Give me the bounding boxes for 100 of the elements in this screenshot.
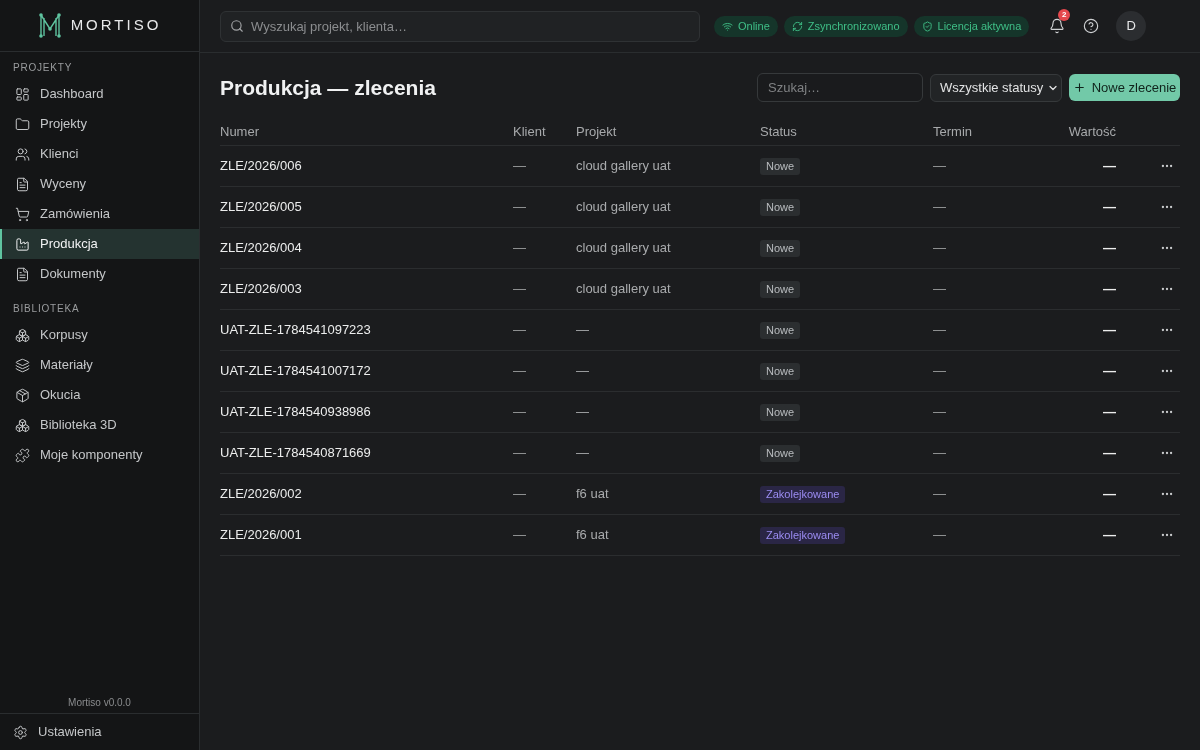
sync-icon [791,20,803,32]
table-cell-text: — [933,403,946,422]
package-icon [15,387,30,403]
table-cell-text: — [1103,157,1116,176]
wifi-icon [722,20,733,32]
table-cell-text: — [933,526,946,545]
table-cell-text: f6 uat [576,485,609,504]
status-badge: Nowe [760,403,801,421]
status-badge: Nowe [760,321,801,339]
status-badge: Nowe [760,280,801,298]
order-number: ZLE/2026/005 [220,198,302,217]
table-cell-text: — [933,362,946,381]
nav-item[interactable]: Okucia [0,380,199,410]
status-badge: Nowe [760,157,801,175]
notification-count: 2 [1058,9,1071,21]
table-cell-text: — [513,444,526,463]
search-field[interactable]: Wyszukaj projekt, klienta… [220,10,700,42]
column-header: Termin [933,122,972,141]
plus-icon [1072,81,1086,94]
dashboard-icon [15,86,30,102]
boxes-icon [15,327,30,343]
table-cell-text: — [576,321,589,340]
nav-item[interactable]: Materiały [0,350,199,380]
nav-item[interactable]: Korpusy [0,320,199,350]
logo-icon [37,12,62,39]
order-number: ZLE/2026/001 [220,526,302,545]
order-number: UAT-ZLE-1784540871669 [220,444,371,463]
puzzle-icon [15,447,30,463]
table-cell-text: — [513,157,526,176]
table-cell-text: — [1103,485,1116,504]
document-icon [15,266,30,282]
nav-item[interactable]: Klienci [0,139,199,169]
status-badge: Online [714,15,778,37]
settings-link[interactable]: Ustawienia [0,713,199,750]
table-cell-text: — [513,403,526,422]
table-cell-text: f6 uat [576,526,609,545]
status-filter[interactable]: Wszystkie statusy [930,73,1062,102]
nav-item[interactable]: Zamówienia [0,199,199,229]
nav-item[interactable]: Wyceny [0,169,199,199]
status-badge: Zsynchronizowano [783,15,908,37]
order-number: ZLE/2026/002 [220,485,302,504]
nav-item[interactable]: Dashboard [0,79,199,109]
logo-text: MORTISO [70,15,162,36]
table-cell-text: — [513,526,526,545]
table-cell-text: — [576,362,589,381]
users-icon [15,146,30,162]
search-icon [230,18,244,33]
column-header: Klient [513,122,546,141]
section-title: PROJEKTY [12,61,74,75]
nav-item[interactable]: Moje komponenty [0,440,199,470]
table-cell-text: — [576,403,589,422]
table-cell-text: — [1103,526,1116,545]
nav-item[interactable]: Dokumenty [0,259,199,289]
version-text: Mortiso v0.0.0 [67,696,132,710]
table-cell-text: — [1103,198,1116,217]
new-order-button[interactable]: Nowe zlecenie [1069,74,1180,101]
table-cell-text: cloud gallery uat [576,157,671,176]
status-badge: Licencja aktywna [913,15,1030,37]
search-field[interactable]: Szukaj… [757,73,923,102]
order-number: UAT-ZLE-1784540938986 [220,403,371,422]
table-cell-text: — [576,444,589,463]
table-cell-text: — [933,321,946,340]
help-icon[interactable] [1083,18,1100,34]
column-header: Wartość [1068,122,1116,141]
nav-item[interactable]: Biblioteka 3D [0,410,199,440]
table-cell-text: cloud gallery uat [576,280,671,299]
settings-icon [13,724,28,740]
document-icon [15,176,30,192]
user-avatar[interactable]: D [1116,11,1147,41]
table-cell-text: — [933,280,946,299]
cart-icon [15,206,30,222]
notifications-icon[interactable] [1049,18,1066,34]
table-cell-text: — [513,280,526,299]
order-number: UAT-ZLE-1784541097223 [220,321,371,340]
nav-item[interactable]: Projekty [0,109,199,139]
column-header: Numer [220,122,259,141]
column-header: Status [760,122,797,141]
table-cell-text: — [513,239,526,258]
table-cell-text: — [1103,403,1116,422]
order-number: UAT-ZLE-1784541007172 [220,362,371,381]
order-number: ZLE/2026/006 [220,157,302,176]
status-badge: Zakolejkowane [760,526,846,544]
table-cell-text: — [513,321,526,340]
table-cell-text: cloud gallery uat [576,239,671,258]
status-badge: Nowe [760,444,801,462]
table-cell-text: cloud gallery uat [576,198,671,217]
nav-item[interactable]: Produkcja [0,229,199,259]
status-badge: Zakolejkowane [760,485,846,503]
order-number: ZLE/2026/004 [220,239,302,258]
table-cell-text: — [933,485,946,504]
factory-icon [15,236,30,252]
table-cell-text: — [513,362,526,381]
table-cell-text: — [1103,321,1116,340]
section-title: BIBLIOTEKA [12,302,81,316]
table-cell-text: — [933,239,946,258]
page-title: Produkcja — zlecenia [220,74,436,101]
table-cell-text: — [1103,239,1116,258]
table-cell-text: — [1103,444,1116,463]
order-number: ZLE/2026/003 [220,280,302,299]
table-cell-text: — [933,444,946,463]
